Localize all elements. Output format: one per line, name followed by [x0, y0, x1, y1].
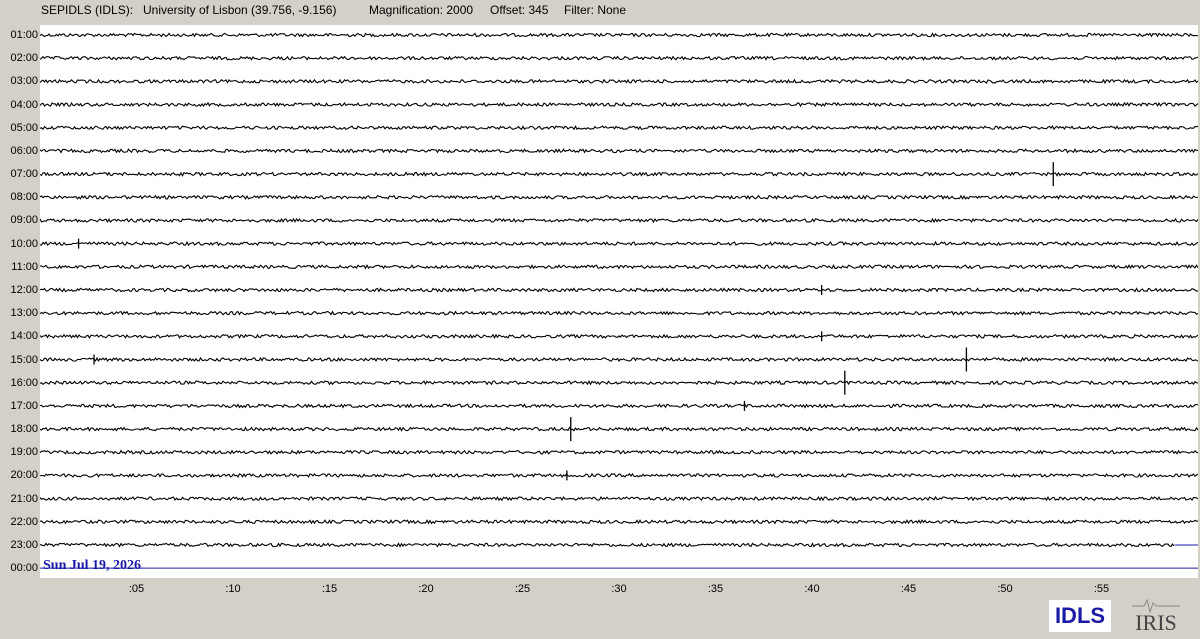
- trace-line: [40, 55, 1198, 61]
- hour-label: 14:00: [10, 330, 38, 343]
- minute-label: :20: [418, 583, 434, 595]
- trace-line: [40, 379, 1198, 386]
- idls-logo: IDLS: [1049, 600, 1111, 632]
- trace-line: [40, 333, 1198, 340]
- hour-label: 15:00: [10, 353, 38, 366]
- minute-label: :35: [707, 583, 724, 595]
- iris-logo-text: IRIS: [1135, 610, 1177, 634]
- offset-label: Offset: 345: [490, 3, 549, 17]
- hour-label: 17:00: [10, 399, 38, 412]
- hour-label: 03:00: [10, 75, 38, 88]
- hour-label: 22:00: [10, 515, 38, 528]
- hour-label: 08:00: [10, 191, 38, 204]
- hour-label: 05:00: [10, 121, 38, 134]
- date-label: Sun Jul 19, 2026: [43, 558, 142, 573]
- helicorder-plot: [40, 25, 1198, 578]
- trace-line: [40, 240, 1198, 247]
- minute-label: :30: [611, 583, 627, 595]
- trace-line: [40, 194, 1198, 200]
- header-bar: SEPIDLS (IDLS): University of Lisbon (39…: [0, 0, 1200, 20]
- trace-line: [40, 101, 1198, 108]
- trace-line: [40, 403, 1198, 409]
- minute-label: :50: [997, 583, 1013, 595]
- trace-line: [40, 264, 1198, 270]
- hour-label: 11:00: [11, 260, 38, 273]
- hour-label: 12:00: [10, 283, 38, 296]
- hour-label: 16:00: [10, 376, 38, 389]
- trace-line: [40, 78, 1198, 85]
- hour-label: 20:00: [10, 469, 38, 482]
- magnification-label: Magnification: 2000: [369, 3, 474, 17]
- minute-label: :15: [321, 583, 338, 595]
- trace-line: [40, 125, 1198, 131]
- hour-label: 18:00: [10, 423, 38, 436]
- trace-line: [40, 217, 1198, 224]
- hour-label: 19:00: [10, 446, 38, 459]
- station-location: University of Lisbon (39.756, -9.156): [143, 3, 337, 17]
- hour-label: 02:00: [10, 52, 38, 65]
- minute-label: :10: [225, 583, 241, 595]
- hour-label: 06:00: [10, 144, 38, 157]
- minute-label: :45: [900, 583, 917, 595]
- trace-line: [40, 542, 1175, 548]
- iris-logo: IRIS: [1130, 596, 1182, 635]
- minute-label: :55: [1093, 583, 1110, 595]
- trace-line: [40, 32, 1198, 38]
- trace-line: [40, 171, 1198, 177]
- minute-label: :05: [128, 583, 145, 595]
- hour-label: 10:00: [10, 237, 38, 250]
- hour-label: 23:00: [10, 538, 38, 551]
- trace-line: [40, 495, 1198, 502]
- minute-label: :40: [804, 583, 820, 595]
- hour-label: 04:00: [10, 98, 38, 111]
- trace-line: [40, 356, 1198, 363]
- trace-line: [40, 426, 1198, 432]
- minute-label: :25: [514, 583, 531, 595]
- hour-label: 00:00: [10, 562, 38, 575]
- filter-label: Filter: None: [564, 3, 627, 17]
- trace-line: [40, 449, 1198, 455]
- seismogram-traces: [40, 32, 1198, 569]
- trace-line: [40, 519, 1198, 525]
- hour-label: 13:00: [10, 307, 38, 320]
- hour-label: 21:00: [10, 492, 38, 505]
- hour-label: 01:00: [10, 29, 38, 41]
- trace-line: [40, 287, 1198, 293]
- trace-line: [40, 472, 1198, 479]
- hour-label: 07:00: [10, 168, 38, 181]
- trace-line: [40, 310, 1198, 316]
- trace-line: [40, 148, 1198, 154]
- station-name: SEPIDLS (IDLS):: [41, 3, 134, 17]
- hour-label: 09:00: [10, 214, 38, 227]
